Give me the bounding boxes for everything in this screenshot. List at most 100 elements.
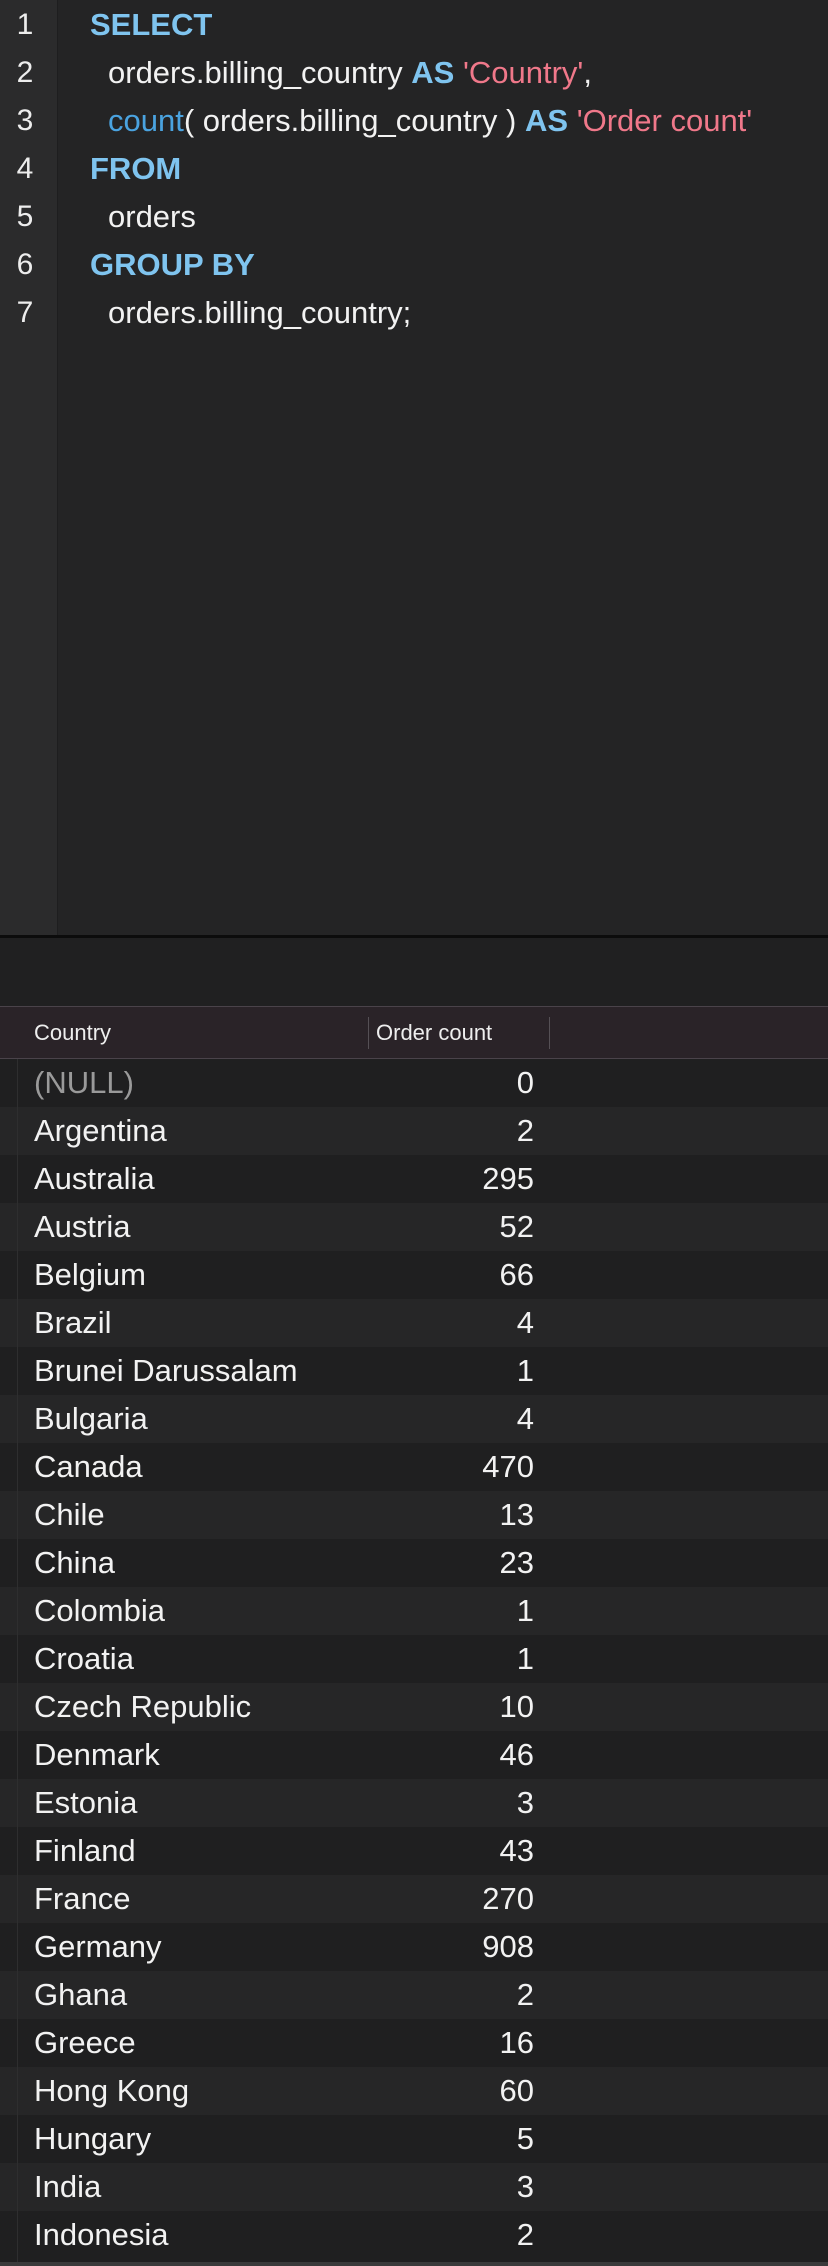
cell-country[interactable]: Belgium	[34, 1251, 146, 1299]
sql-text: orders.billing_country;	[108, 295, 412, 330]
table-row[interactable]: Finland 43	[0, 1827, 828, 1875]
cell-order-count[interactable]: 66	[370, 1251, 534, 1299]
cell-order-count[interactable]: 3	[370, 1779, 534, 1827]
cell-country[interactable]: Greece	[34, 2019, 136, 2067]
cell-order-count[interactable]: 470	[370, 1443, 534, 1491]
table-row[interactable]: France 270	[0, 1875, 828, 1923]
cell-order-count[interactable]: 5	[370, 2115, 534, 2163]
cell-order-count[interactable]: 16	[370, 2019, 534, 2067]
column-header-country[interactable]: Country	[34, 1007, 111, 1059]
code-line[interactable]: 3 count( orders.billing_country ) AS 'Ord…	[0, 97, 828, 145]
table-row[interactable]: Ghana 2	[0, 1971, 828, 2019]
cell-country[interactable]: Denmark	[34, 1731, 160, 1779]
cell-order-count[interactable]: 43	[370, 1827, 534, 1875]
table-row[interactable]: Canada 470	[0, 1443, 828, 1491]
cell-country[interactable]: Czech Republic	[34, 1683, 251, 1731]
table-row[interactable]: Colombia 1	[0, 1587, 828, 1635]
table-row[interactable]: Croatia 1	[0, 1635, 828, 1683]
table-row[interactable]: Brazil 4	[0, 1299, 828, 1347]
table-row[interactable]: Estonia 3	[0, 1779, 828, 1827]
table-row[interactable]: Chile 13	[0, 1491, 828, 1539]
code-text: SELECT	[90, 1, 212, 49]
cell-country[interactable]: China	[34, 1539, 115, 1587]
cell-country[interactable]: Chile	[34, 1491, 105, 1539]
line-number: 7	[16, 296, 34, 329]
cell-order-count[interactable]: 10	[370, 1683, 534, 1731]
table-row[interactable]: China 23	[0, 1539, 828, 1587]
table-row[interactable]: Denmark 46	[0, 1731, 828, 1779]
results-toolbar-area	[0, 938, 828, 1006]
code-line[interactable]: 2 orders.billing_country AS 'Country',	[0, 49, 828, 97]
table-row[interactable]: Bulgaria 4	[0, 1395, 828, 1443]
cell-country[interactable]: Colombia	[34, 1587, 165, 1635]
table-row[interactable]: Brunei Darussalam 1	[0, 1347, 828, 1395]
cell-country[interactable]: (NULL)	[34, 1059, 134, 1107]
column-resize-handle[interactable]	[549, 1017, 550, 1049]
column-header-order-count[interactable]: Order count	[376, 1007, 492, 1059]
table-row[interactable]: Germany 908	[0, 1923, 828, 1971]
table-row[interactable]: Argentina 2	[0, 1107, 828, 1155]
cell-order-count[interactable]: 295	[370, 1155, 534, 1203]
table-row[interactable]: Belgium 66	[0, 1251, 828, 1299]
table-row[interactable]: Greece 16	[0, 2019, 828, 2067]
cell-country[interactable]: Argentina	[34, 1107, 167, 1155]
cell-order-count[interactable]: 46	[370, 1731, 534, 1779]
code-line[interactable]: 6 GROUP BY	[0, 241, 828, 289]
sql-editor[interactable]: 1 SELECT 2 orders.billing_country AS 'Count…	[0, 0, 828, 936]
table-row[interactable]: Indonesia 2	[0, 2211, 828, 2259]
cell-country[interactable]: Brazil	[34, 1299, 112, 1347]
line-number: 4	[16, 152, 34, 185]
cell-country[interactable]: Hong Kong	[34, 2067, 189, 2115]
table-row[interactable]: Hong Kong 60	[0, 2067, 828, 2115]
cell-country[interactable]: Canada	[34, 1443, 143, 1491]
cell-order-count[interactable]: 2	[370, 1107, 534, 1155]
cell-country[interactable]: Croatia	[34, 1635, 134, 1683]
cell-order-count[interactable]: 2	[370, 2211, 534, 2259]
cell-country[interactable]: Hungary	[34, 2115, 151, 2163]
cell-country[interactable]: Brunei Darussalam	[34, 1347, 298, 1395]
bottom-border	[0, 2262, 828, 2266]
sql-string: 'Order count'	[576, 103, 753, 138]
cell-country[interactable]: Estonia	[34, 1779, 137, 1827]
line-number: 2	[16, 56, 34, 89]
cell-order-count[interactable]: 13	[370, 1491, 534, 1539]
cell-country[interactable]: Finland	[34, 1827, 136, 1875]
cell-order-count[interactable]: 4	[370, 1395, 534, 1443]
line-number: 6	[16, 248, 34, 281]
cell-order-count[interactable]: 1	[370, 1347, 534, 1395]
cell-country[interactable]: Bulgaria	[34, 1395, 148, 1443]
cell-country[interactable]: Germany	[34, 1923, 161, 1971]
sql-keyword: AS	[411, 55, 455, 90]
cell-order-count[interactable]: 60	[370, 2067, 534, 2115]
cell-order-count[interactable]: 270	[370, 1875, 534, 1923]
cell-country[interactable]: India	[34, 2163, 101, 2211]
cell-order-count[interactable]: 2	[370, 1971, 534, 2019]
cell-order-count[interactable]: 1	[370, 1635, 534, 1683]
code-line[interactable]: 5 orders	[0, 193, 828, 241]
table-row[interactable]: Hungary 5	[0, 2115, 828, 2163]
sql-keyword: FROM	[90, 151, 182, 186]
results-grid[interactable]: Country Order count (NULL) 0 Argentina 2 Aus…	[0, 1006, 828, 2266]
cell-order-count[interactable]: 908	[370, 1923, 534, 1971]
cell-order-count[interactable]: 0	[370, 1059, 534, 1107]
sql-text: orders	[108, 199, 196, 234]
cell-country[interactable]: Ghana	[34, 1971, 127, 2019]
cell-order-count[interactable]: 4	[370, 1299, 534, 1347]
cell-country[interactable]: Australia	[34, 1155, 155, 1203]
code-line[interactable]: 7 orders.billing_country;	[0, 289, 828, 337]
cell-order-count[interactable]: 3	[370, 2163, 534, 2211]
cell-order-count[interactable]: 52	[370, 1203, 534, 1251]
cell-order-count[interactable]: 23	[370, 1539, 534, 1587]
code-line[interactable]: 4 FROM	[0, 145, 828, 193]
table-row[interactable]: Australia 295	[0, 1155, 828, 1203]
cell-country[interactable]: France	[34, 1875, 130, 1923]
cell-order-count[interactable]: 1	[370, 1587, 534, 1635]
table-row[interactable]: Austria 52	[0, 1203, 828, 1251]
cell-country[interactable]: Austria	[34, 1203, 130, 1251]
column-resize-handle[interactable]	[368, 1017, 369, 1049]
table-row[interactable]: India 3	[0, 2163, 828, 2211]
table-row[interactable]: Czech Republic 10	[0, 1683, 828, 1731]
cell-country[interactable]: Indonesia	[34, 2211, 168, 2259]
code-line[interactable]: 1 SELECT	[0, 1, 828, 49]
table-row[interactable]: (NULL) 0	[0, 1059, 828, 1107]
